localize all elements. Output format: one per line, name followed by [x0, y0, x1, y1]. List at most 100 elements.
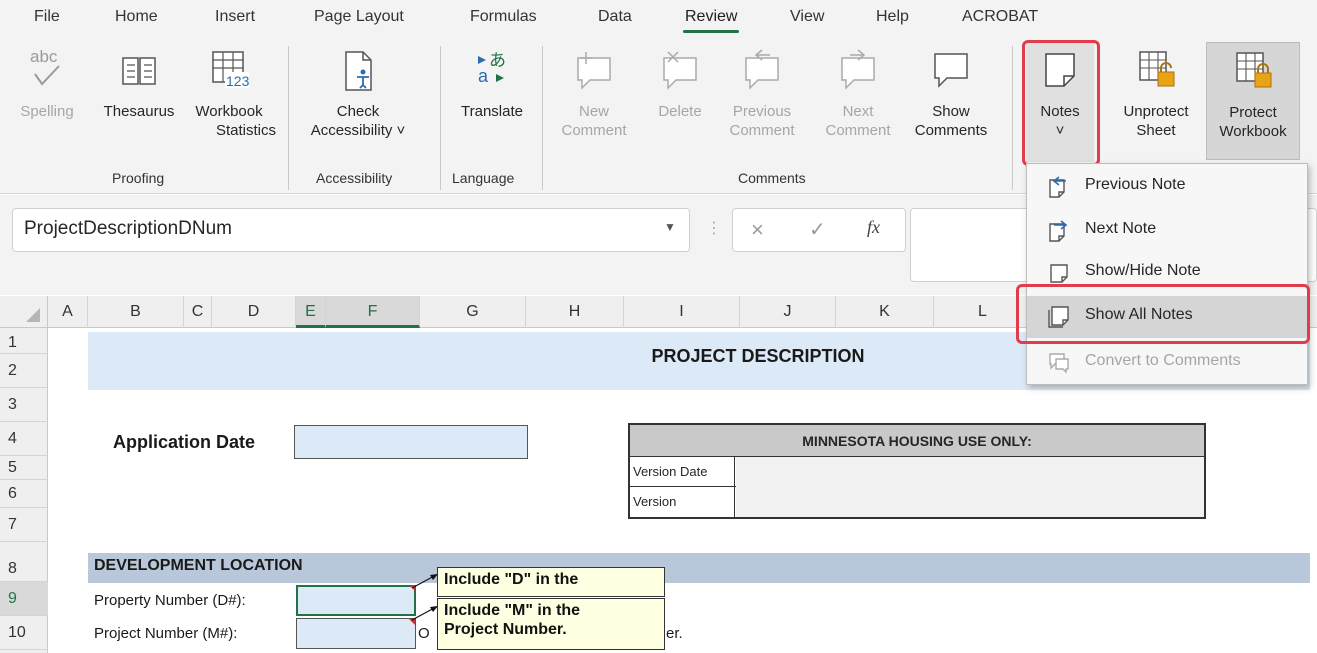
new-comment-button[interactable]: New Comment — [556, 44, 632, 140]
previous-comment-line1: Previous — [732, 103, 792, 120]
delete-comment-icon — [658, 44, 702, 96]
column-header[interactable]: D — [212, 296, 296, 328]
delete-label: Delete — [658, 103, 702, 120]
menu-item-label: Convert to Comments — [1085, 352, 1241, 369]
workbook-statistics-line1: Workbook — [195, 103, 263, 120]
mh-row-version: Version — [630, 487, 1204, 517]
project-number-label: Project Number (M#): — [94, 625, 238, 642]
check-accessibility-button[interactable]: Check Accessibility ˅ — [302, 44, 414, 140]
row-header[interactable]: 7 — [0, 508, 48, 542]
tab-file[interactable]: File — [34, 8, 60, 26]
protect-workbook-line2: Workbook — [1219, 123, 1287, 140]
protect-workbook-icon — [1231, 45, 1275, 97]
note-project-number[interactable]: Include "M" in the Project Number. — [437, 598, 665, 650]
workbook-statistics-button[interactable]: 123 Workbook Statistics — [188, 44, 277, 140]
column-header[interactable]: E — [296, 296, 326, 328]
row-header[interactable]: 6 — [0, 480, 48, 508]
thesaurus-icon — [119, 44, 159, 96]
note-text: Include "M" in the — [444, 602, 581, 619]
project-number-trailing-text: er. — [666, 625, 683, 642]
application-date-label: Application Date — [113, 432, 256, 452]
version-date-label: Version Date — [630, 457, 735, 487]
spelling-icon: abc — [27, 44, 67, 96]
row-header[interactable]: 2 — [0, 354, 48, 388]
version-value[interactable] — [736, 487, 1204, 517]
row-header[interactable]: 5 — [0, 456, 48, 480]
row-header[interactable]: 10 — [0, 616, 48, 650]
unprotect-sheet-line2: Sheet — [1136, 122, 1176, 139]
previous-comment-icon — [740, 44, 784, 96]
tab-insert[interactable]: Insert — [215, 8, 255, 26]
mh-use-only-table: MINNESOTA HOUSING USE ONLY: Version Date… — [628, 423, 1206, 519]
select-all-button[interactable] — [0, 296, 48, 328]
tab-help[interactable]: Help — [876, 8, 909, 26]
column-header[interactable]: J — [740, 296, 836, 328]
mh-row-version-date: Version Date — [630, 457, 1204, 487]
unprotect-sheet-line1: Unprotect — [1123, 103, 1189, 120]
tab-home[interactable]: Home — [115, 8, 158, 26]
cancel-icon[interactable]: × — [751, 217, 764, 243]
project-number-input[interactable] — [296, 618, 416, 649]
show-comments-line1: Show — [932, 103, 970, 120]
delete-comment-button[interactable]: Delete — [650, 44, 710, 121]
spelling-label: Spelling — [20, 103, 74, 120]
ribbon-tab-bar: File Home Insert Page Layout Formulas Da… — [0, 0, 1317, 36]
formula-bar-grip-icon: ⋮ — [706, 220, 722, 237]
check-accessibility-line1: Check — [336, 103, 380, 120]
row-header[interactable]: 8 — [0, 542, 48, 582]
row-header[interactable]: 1 — [0, 332, 48, 354]
insert-function-icon[interactable]: fx — [867, 217, 880, 238]
version-date-value[interactable] — [736, 457, 1204, 487]
unprotect-sheet-button[interactable]: Unprotect Sheet — [1112, 44, 1200, 140]
property-number-input[interactable] — [296, 585, 416, 616]
workbook-statistics-line2: Statistics — [216, 122, 277, 139]
application-date-input[interactable] — [294, 425, 528, 459]
column-header[interactable]: I — [624, 296, 740, 328]
column-header[interactable]: B — [88, 296, 184, 328]
protect-workbook-line1: Protect — [1229, 104, 1277, 121]
group-separator — [440, 46, 441, 190]
name-box-dropdown-icon[interactable]: ▼ — [664, 220, 676, 234]
note-text: Include "D" in the — [444, 571, 579, 588]
column-header[interactable]: H — [526, 296, 624, 328]
thesaurus-button[interactable]: Thesaurus — [96, 44, 182, 121]
spelling-button[interactable]: abc Spelling — [20, 44, 74, 121]
previous-comment-button[interactable]: Previous Comment — [722, 44, 802, 140]
note-property-number[interactable]: Include "D" in the — [437, 567, 665, 597]
row-header[interactable]: 4 — [0, 422, 48, 456]
menu-item-convert-to-comments[interactable]: Convert to Comments — [1027, 342, 1307, 382]
column-header[interactable]: K — [836, 296, 934, 328]
group-label-proofing: Proofing — [112, 170, 165, 186]
menu-item-previous-note[interactable]: Previous Note — [1027, 166, 1307, 206]
group-separator — [1012, 46, 1013, 190]
column-header[interactable]: A — [48, 296, 88, 328]
translate-icon: あa — [472, 44, 512, 96]
svg-text:abc: abc — [30, 47, 58, 66]
row-header[interactable]: 3 — [0, 388, 48, 422]
menu-item-label: Previous Note — [1085, 176, 1186, 193]
svg-text:a: a — [478, 66, 489, 86]
tab-formulas[interactable]: Formulas — [470, 8, 537, 26]
tab-acrobat[interactable]: ACROBAT — [962, 8, 1038, 26]
next-comment-button[interactable]: Next Comment — [818, 44, 898, 140]
enter-icon[interactable]: ✓ — [809, 217, 826, 242]
column-header[interactable]: C — [184, 296, 212, 328]
tab-data[interactable]: Data — [598, 8, 632, 26]
mh-table-header: MINNESOTA HOUSING USE ONLY: — [630, 425, 1204, 457]
menu-item-next-note[interactable]: Next Note — [1027, 210, 1307, 250]
translate-button[interactable]: あa Translate — [452, 44, 532, 121]
column-header[interactable]: F — [326, 296, 420, 328]
project-number-trailing-text: O — [418, 625, 430, 642]
show-comments-button[interactable]: Show Comments — [906, 44, 996, 140]
show-comments-icon — [929, 44, 973, 96]
tab-review[interactable]: Review — [682, 8, 740, 33]
column-header[interactable]: G — [420, 296, 526, 328]
row-header[interactable]: 9 — [0, 582, 48, 616]
protect-workbook-button[interactable]: Protect Workbook — [1206, 42, 1300, 160]
show-all-notes-highlight-frame — [1016, 284, 1310, 344]
tab-view[interactable]: View — [790, 8, 824, 26]
tab-page-layout[interactable]: Page Layout — [314, 8, 404, 26]
group-label-comments: Comments — [738, 170, 806, 186]
new-comment-icon — [572, 44, 616, 96]
translate-label: Translate — [461, 103, 523, 120]
